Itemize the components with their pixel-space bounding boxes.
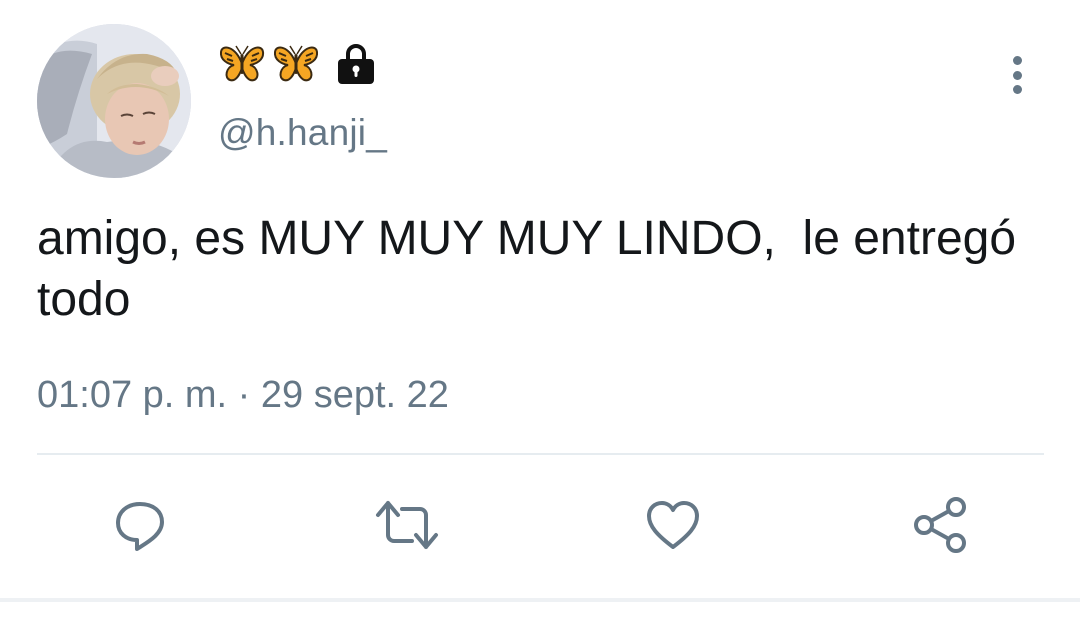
avatar[interactable] <box>37 24 191 178</box>
retweet-button[interactable] <box>372 490 442 560</box>
retweet-icon <box>376 501 438 549</box>
tweet-text: amigo, es MUY MUY MUY LINDO, le entregó … <box>37 212 1030 326</box>
like-icon <box>647 501 699 549</box>
more-options-icon[interactable] <box>1000 52 1034 98</box>
like-button[interactable] <box>638 490 708 560</box>
bottom-divider <box>0 598 1080 602</box>
divider <box>37 453 1044 455</box>
dot <box>1012 70 1022 80</box>
tweet-card: @h.hanji_ amigo, es MUY MUY MUY LINDO, l… <box>0 0 1080 618</box>
reply-icon <box>116 502 164 551</box>
reply-button[interactable] <box>105 490 175 560</box>
butterfly-emoji-icon <box>273 45 319 82</box>
display-name[interactable] <box>218 40 376 88</box>
action-bar <box>0 490 1080 560</box>
tweet-time: 01:07 p. m. <box>37 374 228 416</box>
dot <box>1012 56 1022 65</box>
share-icon <box>914 497 966 553</box>
user-handle[interactable]: @h.hanji_ <box>218 112 387 154</box>
tweet-date: 29 sept. 22 <box>260 374 449 416</box>
dot <box>1012 85 1022 94</box>
tweet-timestamp[interactable]: 01:07 p. m. · 29 sept. 22 <box>37 374 449 417</box>
separator: · <box>227 374 261 416</box>
share-button[interactable] <box>905 490 975 560</box>
lock-icon <box>338 44 374 84</box>
butterfly-emoji-icon <box>219 45 265 82</box>
